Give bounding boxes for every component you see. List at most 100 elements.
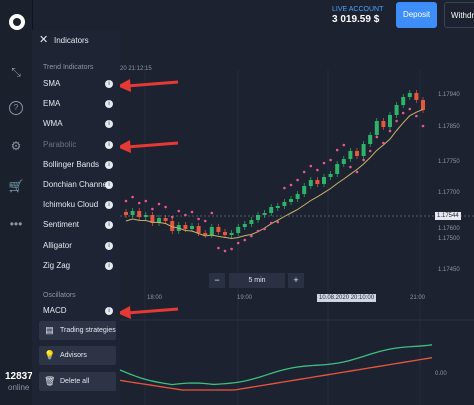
timeframe-plus-button[interactable]: + [288,273,304,288]
withdraw-button[interactable]: Withdr [444,2,474,28]
info-icon[interactable]: i [105,221,113,230]
sar-dot [210,211,214,215]
sar-dot [151,207,154,211]
candle [374,121,379,135]
indicator-item[interactable]: Sentiment i [43,217,119,233]
candle [223,232,227,235]
deposit-button[interactable]: Deposit [396,2,437,28]
sar-dot [256,229,260,233]
info-icon[interactable]: i [105,307,113,315]
info-icon[interactable]: i [105,160,113,169]
indicator-item[interactable]: Parabolic i [43,137,119,153]
balance-value[interactable]: 3 019.59 $ [332,14,379,25]
time-tick: 21:00 [410,295,426,301]
macd-signal-line [120,357,433,391]
more-icon[interactable]: ••• [8,216,24,232]
annotation-arrowhead [120,140,131,153]
candle [249,220,254,224]
delete-all-button[interactable]: 🗑 Delete all [39,372,116,391]
sar-dot [302,170,306,174]
indicator-item[interactable]: Zig Zag i [43,258,119,274]
info-icon[interactable]: i [105,80,113,88]
indicator-label: Alligator [43,240,72,250]
candle [302,186,307,194]
oscillator-item[interactable]: MACD i [43,303,119,319]
advisors-button[interactable]: 💡 Advisors [39,346,116,365]
current-price-tag: 1.17544 [435,212,461,220]
sar-dot [137,201,141,205]
annotation-arrow [126,307,179,315]
online-label: online [8,383,30,392]
indicator-item[interactable]: Bollinger Bands i [43,157,119,173]
oscillator-value: 0.00 [435,371,447,377]
sar-dot [276,220,280,224]
sar-dot [289,183,293,187]
indicator-item[interactable]: EMA i [43,96,119,112]
expand-icon[interactable]: ⤡ [8,64,24,80]
indicator-label: WMA [43,119,63,129]
candle [203,233,208,235]
logo-icon[interactable] [9,14,25,30]
candle [295,194,300,199]
sar-dot [269,221,273,225]
panel-title: Indicators [54,36,89,45]
sar-dot [335,148,339,152]
candle [209,227,214,235]
sar-dot [408,107,412,111]
sar-dot [342,143,346,147]
sar-dot [375,135,379,139]
annotation-arrowhead [120,306,131,319]
trash-icon: 🗑 [44,376,56,386]
candle [242,224,247,227]
indicator-item[interactable]: Donchian Channel i [43,177,119,193]
sar-dot [395,119,398,123]
settings-icon[interactable]: ⚙ [8,138,24,154]
indicator-label: SMA [43,79,61,88]
timeframe-label[interactable]: 5 min [229,273,285,288]
info-icon[interactable]: i [105,181,113,189]
indicator-item[interactable]: WMA i [43,116,119,132]
sar-dot [217,246,220,250]
account-type-label[interactable]: LIVE ACCOUNT [332,6,383,13]
chart-timestamp: 20 21:12:15 [120,66,152,72]
sar-dot [131,195,134,199]
candle [163,218,168,221]
candle [289,199,293,202]
price-chart[interactable] [120,30,474,405]
indicator-label: Donchian Channel [43,180,109,189]
indicator-item[interactable]: Ichimoku Cloud i [43,197,119,213]
sar-dot [322,161,326,165]
help-icon[interactable]: ? [9,101,23,115]
candle [322,177,326,184]
sar-dot [164,205,167,209]
indicator-item[interactable]: SMA i [43,76,119,92]
info-icon[interactable]: i [105,100,113,109]
close-icon[interactable]: ✕ [39,33,48,46]
candle [414,93,419,100]
indicator-label: Parabolic [43,139,77,149]
info-icon[interactable]: i [105,120,113,129]
candle [388,115,392,127]
cart-icon[interactable]: 🛒 [8,178,24,194]
chart-area[interactable]: 20 21:12:15 1.17940 1.17850 1.17750 1.17700… [120,30,474,405]
candle [124,212,128,215]
candle [216,227,221,232]
candle [282,202,287,206]
timeframe-control: − 5 min + [209,273,304,288]
sar-dot [157,202,161,206]
candle [401,97,406,105]
trading-strategies-button[interactable]: ▤ Trading strategies [39,321,116,340]
info-icon[interactable]: i [105,140,113,149]
advisors-label: Advisors [60,352,87,359]
sar-dot [362,158,365,162]
oscillators-section-label: Oscillators [43,292,76,299]
sar-dot [263,227,266,231]
indicator-item[interactable]: Alligator i [43,238,119,254]
candle [236,227,241,233]
info-icon[interactable]: i [105,261,113,270]
timeframe-minus-button[interactable]: − [209,273,225,288]
info-icon[interactable]: i [105,201,113,210]
info-icon[interactable]: i [105,241,113,250]
sar-dot [316,168,319,172]
sar-dot [309,164,313,168]
